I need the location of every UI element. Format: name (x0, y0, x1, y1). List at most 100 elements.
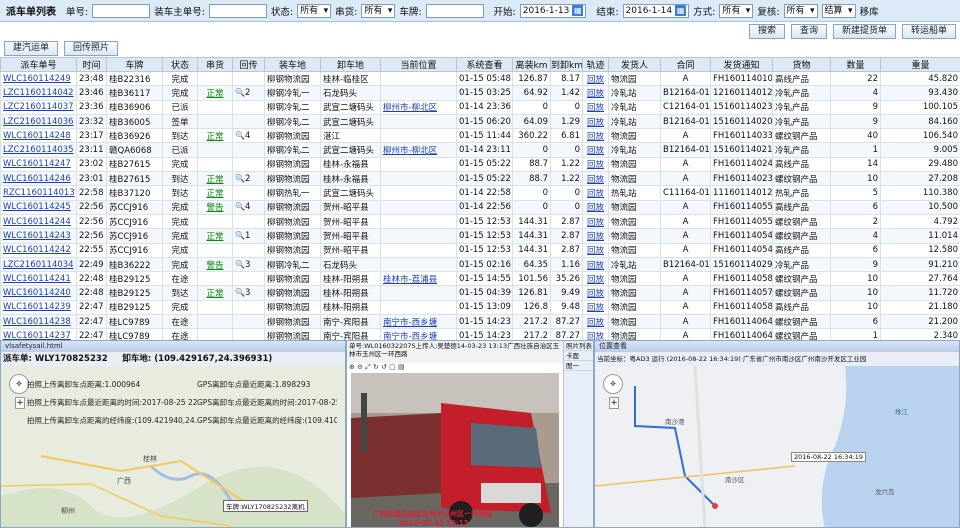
table-row[interactable]: LZC2160114034 22:49 桂B36222 完成 警告 🔍3 柳钢冷轧二 石龙码头… (0, 256, 960, 273)
track-replay-link[interactable]: 回放 (587, 289, 604, 299)
track-replay-link[interactable]: 回放 (587, 261, 604, 271)
current-location-link[interactable]: 南宁市-西乡塘 (383, 332, 437, 340)
window-tab[interactable]: 位置查看 (595, 341, 959, 352)
dispatch-no-link[interactable]: LZC2160114035 (3, 145, 74, 155)
dispatch-no-link[interactable]: WLC160114248 (3, 131, 71, 141)
order-no-input[interactable] (92, 3, 151, 18)
table-row[interactable]: WLC160114239 22:47 桂B29125 完成 柳钢物流园 桂林-阳朔县 01-… (0, 299, 960, 316)
column-header[interactable]: 时间 (76, 57, 107, 72)
column-header[interactable]: 装车地 (264, 57, 321, 72)
track-replay-link[interactable]: 回放 (587, 203, 604, 213)
dispatch-no-link[interactable]: WLC160114247 (3, 159, 71, 169)
dispatch-no-link[interactable]: WLC160114237 (3, 331, 71, 340)
plate-input[interactable] (425, 3, 484, 18)
column-header[interactable]: 卸车地 (320, 57, 381, 72)
dispatch-no-link[interactable]: RZC1160114013 (3, 188, 75, 198)
column-header[interactable]: 轨迹 (582, 57, 609, 72)
new-truck-button[interactable]: 建汽运单 (4, 40, 59, 56)
photo-list-item[interactable]: 照片列表 (564, 341, 593, 351)
table-row[interactable]: WLC160114244 22:56 苏CCJ916 完成 柳钢物流园 贺州-昭平县 01-… (0, 213, 960, 230)
track-replay-link[interactable]: 回放 (587, 103, 604, 113)
column-header[interactable]: 回传 (232, 57, 265, 72)
pan-control-icon[interactable]: ✥ (9, 374, 29, 394)
view-photos-icon[interactable]: 🔍 (235, 260, 245, 269)
current-location-link[interactable]: 南宁市-西乡塘 (383, 318, 437, 328)
column-header[interactable]: 到卸km (550, 57, 583, 72)
zoom-in-button[interactable]: + (15, 397, 25, 409)
track-replay-link[interactable]: 回放 (587, 332, 604, 340)
column-header[interactable]: 串货 (197, 57, 233, 72)
chuanhuo-status-link[interactable]: 正常 (206, 232, 223, 242)
photo-list-item[interactable]: 卡面 (564, 351, 593, 361)
table-row[interactable]: LZC2160114036 23:32 桂B36005 签单 柳钢冷轧二 武宣二塘码头 01… (0, 113, 960, 130)
track-replay-link[interactable]: 回放 (587, 303, 604, 313)
table-row[interactable]: RZC1160114013 22:58 桂B37120 到达 正常 柳钢热轧一 武宣二塘码头… (0, 185, 960, 201)
chuanhuo-status-link[interactable]: 正常 (206, 175, 223, 185)
mode-select[interactable]: 所有 (719, 3, 754, 18)
dispatch-no-link[interactable]: WLC160114241 (3, 274, 71, 284)
photo-toolbar[interactable]: ⊕ ⊖ ⤢ ↻ ↺ ▢ ▤ (349, 363, 405, 372)
vehicle-marker-label[interactable]: 车牌:WLY170825232离机 (223, 500, 308, 512)
current-location-link[interactable]: 桂林市-荔浦县 (383, 275, 437, 285)
search-button[interactable]: 搜索 (748, 23, 785, 39)
chuanhuo-status-link[interactable]: 正常 (206, 89, 223, 99)
table-row[interactable]: LZC2160114037 23:36 桂B36906 已派 柳钢冷轧二 武宣二塘码头 柳州… (0, 99, 960, 115)
calendar-icon[interactable]: ▦ (675, 5, 687, 16)
chuanhuo-status-link[interactable]: 正常 (206, 289, 223, 299)
transfer-button[interactable]: 转运船单 (901, 23, 956, 39)
dispatch-no-link[interactable]: WLC160114244 (3, 217, 71, 227)
track-replay-link[interactable]: 回放 (587, 146, 604, 156)
current-location-link[interactable]: 柳州市-柳北区 (383, 103, 437, 113)
photo-list-item[interactable]: 图一 (564, 361, 593, 371)
dispatch-no-link[interactable]: LZC1160114042 (3, 88, 74, 98)
table-row[interactable]: WLC160114242 22:55 苏CCJ916 完成 柳钢物流园 贺州-昭平县 01-… (0, 242, 960, 258)
settle-select[interactable]: 结算 (821, 3, 856, 18)
table-row[interactable]: LZC2160114035 23:11 赣QA6068 已派 柳钢冷轧二 武宣二塘码头 柳州… (0, 142, 960, 158)
track-replay-link[interactable]: 回放 (587, 246, 604, 256)
dispatch-no-link[interactable]: WLC160114238 (3, 317, 71, 327)
track-replay-link[interactable]: 回放 (587, 232, 604, 242)
view-photos-icon[interactable]: 🔍 (235, 288, 245, 297)
column-header[interactable]: 派车单号 (0, 57, 77, 72)
view-photos-icon[interactable]: 🔍 (235, 174, 245, 183)
chuanhuo-select[interactable]: 所有 (361, 3, 396, 18)
chuanhuo-status-link[interactable]: 警告 (206, 261, 223, 271)
column-header[interactable]: 合同 (660, 57, 711, 72)
map2-controls[interactable]: ✥ + (603, 374, 625, 409)
current-location-link[interactable]: 柳州市-柳北区 (383, 146, 437, 156)
column-header[interactable]: 数量 (830, 57, 881, 72)
table-row[interactable]: WLC160114248 23:17 桂B36926 到达 正常 🔍4 柳钢物流园 湛江 01-… (0, 128, 960, 144)
calendar-icon[interactable]: ▦ (572, 5, 584, 16)
view-photos-icon[interactable]: 🔍 (235, 231, 245, 240)
table-row[interactable]: WLC160114241 22:48 桂B29125 在途 柳钢物流园 桂林-阳朔县 桂林市… (0, 271, 960, 287)
dispatch-no-link[interactable]: LZC2160114037 (3, 102, 74, 112)
column-header[interactable]: 离装km (512, 57, 551, 72)
dispatch-no-link[interactable]: LZC2160114036 (3, 117, 74, 127)
dispatch-no-link[interactable]: WLC160114239 (3, 302, 71, 312)
track-replay-link[interactable]: 回放 (587, 275, 604, 285)
column-header[interactable]: 货物 (772, 57, 831, 72)
table-row[interactable]: WLC160114249 23:48 桂B22316 完成 柳钢物流园 桂林-临桂区 01-… (0, 70, 960, 87)
dispatch-no-link[interactable]: WLC160114243 (3, 231, 71, 241)
track-replay-link[interactable]: 回放 (587, 175, 604, 185)
load-order-input[interactable] (208, 3, 267, 18)
track-replay-link[interactable]: 回放 (587, 189, 604, 199)
column-header[interactable]: 系统查看 (456, 57, 513, 72)
track-replay-link[interactable]: 回放 (587, 132, 604, 142)
view-photos-icon[interactable]: 🔍 (235, 131, 245, 140)
table-row[interactable]: WLC160114246 23:01 桂B27615 到达 正常 🔍2 柳钢物流园 桂林-永福… (0, 171, 960, 187)
view-photos-icon[interactable]: 🔍 (235, 202, 245, 211)
track-replay-link[interactable]: 回放 (587, 75, 604, 85)
map-canvas[interactable]: ✥ + 拍照上传离卸车点距离:1.000964 GPS离卸车点最近距离:1.898… (1, 366, 345, 527)
return-photo-button[interactable]: 回传照片 (64, 40, 119, 56)
column-header[interactable]: 发货通知 (710, 57, 773, 72)
chuanhuo-status-link[interactable]: 警告 (206, 203, 223, 213)
column-header[interactable]: 发货人 (608, 57, 661, 72)
track-replay-link[interactable]: 回放 (587, 160, 604, 170)
query-button[interactable]: 查询 (790, 23, 827, 39)
table-row[interactable]: WLC160114243 22:56 苏CCJ916 完成 正常 🔍1 柳钢物流园 贺州-昭平… (0, 228, 960, 244)
column-header[interactable]: 车牌 (106, 57, 163, 72)
track-replay-link[interactable]: 回放 (587, 318, 604, 328)
dispatch-no-link[interactable]: WLC160114242 (3, 245, 71, 255)
time-stamp-marker[interactable]: 2016-08-22 16:34:19 (791, 452, 867, 462)
